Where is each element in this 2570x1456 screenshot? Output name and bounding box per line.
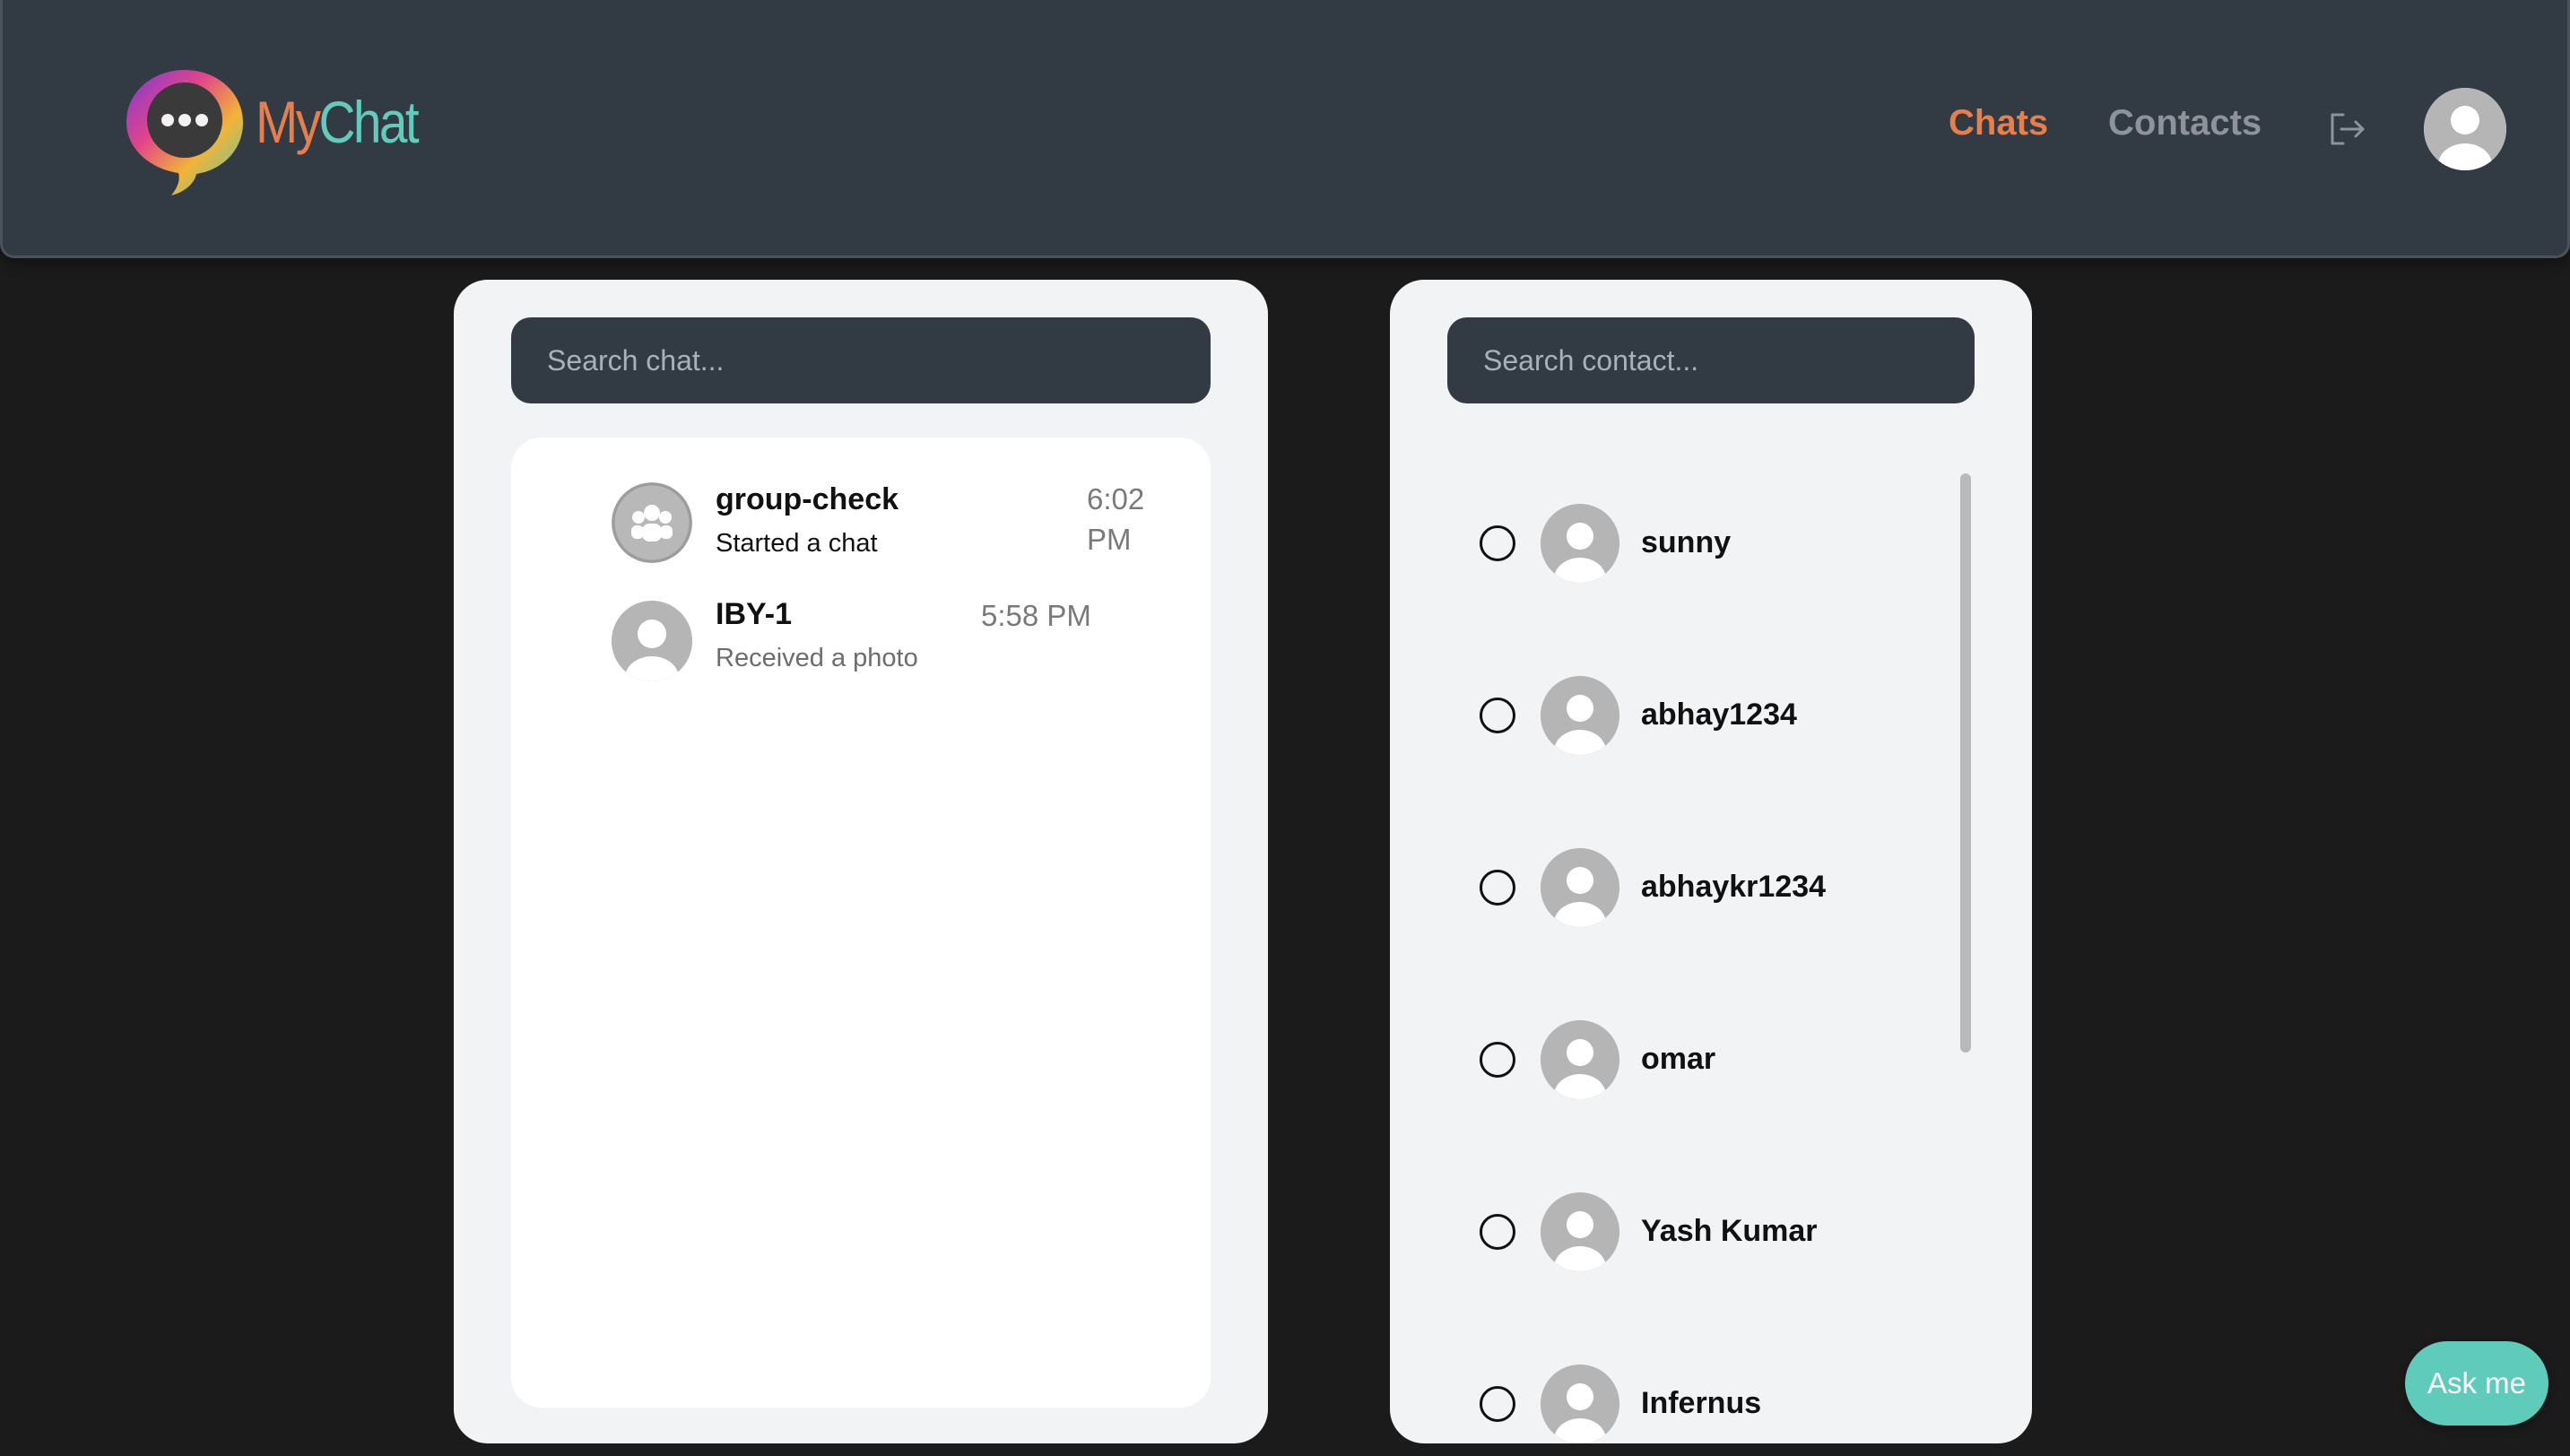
chat-last-message: Received a photo — [716, 644, 918, 672]
contact-select-radio[interactable] — [1480, 698, 1515, 733]
contact-name: Infernus — [1641, 1386, 1762, 1420]
contact-list-item[interactable]: abhaykr1234 — [1390, 841, 1964, 931]
chat-time-line2: PM — [1087, 523, 1132, 556]
contact-name: sunny — [1641, 525, 1732, 559]
contact-name: omar — [1641, 1042, 1716, 1076]
user-icon — [612, 601, 692, 681]
chat-list-item[interactable]: IBY-1 Received a photo 5:58 PM — [511, 595, 1211, 703]
user-icon — [1541, 504, 1619, 583]
ask-me-button[interactable]: Ask me — [2405, 1341, 2548, 1426]
user-icon — [1541, 676, 1619, 755]
contact-select-radio[interactable] — [1480, 1214, 1515, 1250]
contact-select-radio[interactable] — [1480, 1386, 1515, 1422]
user-icon — [1541, 1020, 1619, 1099]
chats-panel: group-check Started a chat 6:02 PM IBY-1… — [454, 280, 1268, 1443]
chat-bubble-logo-icon[interactable] — [117, 65, 252, 199]
user-icon — [1541, 1192, 1619, 1271]
brand-name[interactable]: MyChat — [256, 88, 420, 156]
contacts-panel: sunny abhay1234 abhaykr1234 omar Yash Ku… — [1390, 280, 2032, 1443]
nav-contacts-link[interactable]: Contacts — [2108, 103, 2262, 143]
logout-icon[interactable] — [2325, 108, 2368, 151]
contact-name: abhay1234 — [1641, 698, 1797, 732]
brand-my: My — [256, 89, 321, 155]
chat-list: group-check Started a chat 6:02 PM IBY-1… — [511, 438, 1211, 1408]
contact-list-item[interactable]: Infernus — [1390, 1357, 1964, 1443]
top-navbar: MyChat Chats Contacts — [0, 0, 2570, 258]
chat-time-line1: 6:02 — [1087, 482, 1145, 516]
search-contact-input[interactable] — [1447, 317, 1975, 403]
search-chat-input[interactable] — [511, 317, 1211, 403]
contact-list-item[interactable]: omar — [1390, 1013, 1964, 1103]
brand-chat: Chat — [318, 89, 420, 155]
profile-avatar[interactable] — [2424, 88, 2506, 170]
chat-time: 6:02 PM — [1087, 479, 1144, 559]
chat-name: IBY-1 — [716, 597, 793, 631]
user-icon — [1541, 848, 1619, 927]
chat-name: group-check — [716, 482, 899, 516]
contact-select-radio[interactable] — [1480, 1042, 1515, 1078]
contact-select-radio[interactable] — [1480, 525, 1515, 561]
user-icon — [1541, 1365, 1619, 1443]
chat-last-message: Started a chat — [716, 529, 878, 558]
contacts-scrollbar[interactable] — [1960, 473, 1971, 1053]
chat-list-item[interactable]: group-check Started a chat 6:02 PM — [511, 477, 1211, 585]
contact-select-radio[interactable] — [1480, 870, 1515, 906]
nav-chats-link[interactable]: Chats — [1949, 103, 2048, 143]
group-icon — [612, 482, 692, 563]
contact-name: abhaykr1234 — [1641, 870, 1827, 904]
contact-list-item[interactable]: abhay1234 — [1390, 669, 1964, 758]
contact-list-item[interactable]: sunny — [1390, 497, 1964, 586]
chat-time: 5:58 PM — [981, 599, 1091, 632]
user-avatar-icon — [2424, 88, 2506, 170]
contact-name: Yash Kumar — [1641, 1214, 1818, 1248]
contact-list-item[interactable]: Yash Kumar — [1390, 1185, 1964, 1275]
